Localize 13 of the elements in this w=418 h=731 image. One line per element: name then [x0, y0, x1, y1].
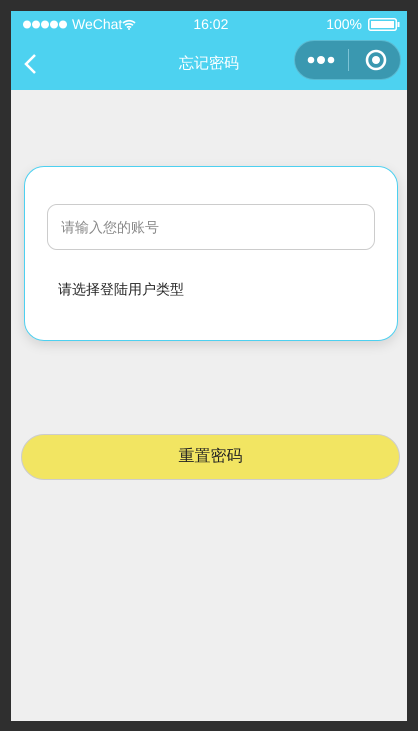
battery-percent: 100% [326, 15, 362, 34]
signal-icon [23, 20, 68, 29]
user-type-selector[interactable]: 请选择登陆用户类型 [58, 279, 184, 300]
close-icon[interactable] [365, 49, 387, 71]
wifi-icon [122, 19, 136, 30]
page-title: 忘记密码 [179, 54, 239, 74]
back-icon[interactable] [23, 53, 37, 75]
more-icon[interactable] [307, 55, 335, 65]
account-field[interactable]: 请输入您的账号 [47, 204, 375, 250]
reset-password-button[interactable]: 重置密码 [21, 434, 400, 480]
carrier-name: WeChat [72, 15, 122, 34]
status-time: 16:02 [193, 15, 228, 34]
battery-icon [368, 18, 400, 31]
